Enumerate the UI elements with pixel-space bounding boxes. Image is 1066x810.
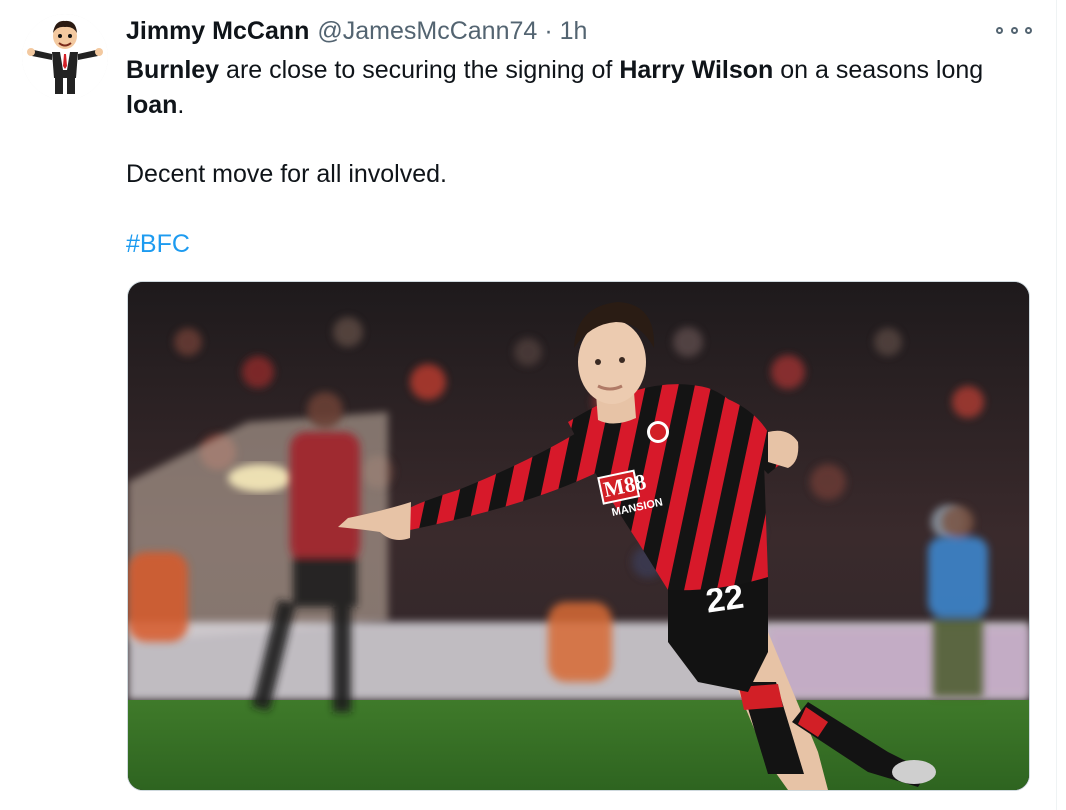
tweet-header: Jimmy McCann @JamesMcCann74 · 1h (126, 14, 587, 48)
more-horizontal-icon (1025, 26, 1032, 34)
author-name[interactable]: Jimmy McCann (126, 17, 309, 46)
tweet-timestamp[interactable]: 1h (560, 17, 588, 46)
tweet-text-line-1: Burnley are close to securing the signin… (126, 53, 983, 88)
more-options-button[interactable] (996, 20, 1032, 40)
timeline-divider (1056, 0, 1057, 810)
text-segment: are close to securing the signing of (219, 56, 620, 84)
avatar[interactable] (22, 14, 108, 100)
tweet-text-line-2: loan. (126, 88, 184, 123)
hashtag-link[interactable]: #BFC (126, 227, 190, 262)
tweet-media-image[interactable]: 22 M88 MANSION (127, 281, 1030, 791)
football-photo: 22 M88 MANSION (128, 282, 1029, 790)
separator-dot: · (544, 16, 553, 45)
more-horizontal-icon (1010, 26, 1018, 34)
text-segment: . (177, 91, 185, 119)
bold-harry-wilson: Harry Wilson (619, 56, 774, 84)
bold-burnley: Burnley (126, 56, 220, 84)
text-segment: on a seasons long (773, 56, 984, 84)
author-handle[interactable]: @JamesMcCann74 (317, 17, 537, 46)
avatar-cartoon-image (22, 14, 108, 100)
tweet-text-paragraph-2: Decent move for all involved. (126, 160, 447, 188)
more-horizontal-icon (996, 26, 1003, 34)
bold-loan: loan (126, 91, 178, 119)
